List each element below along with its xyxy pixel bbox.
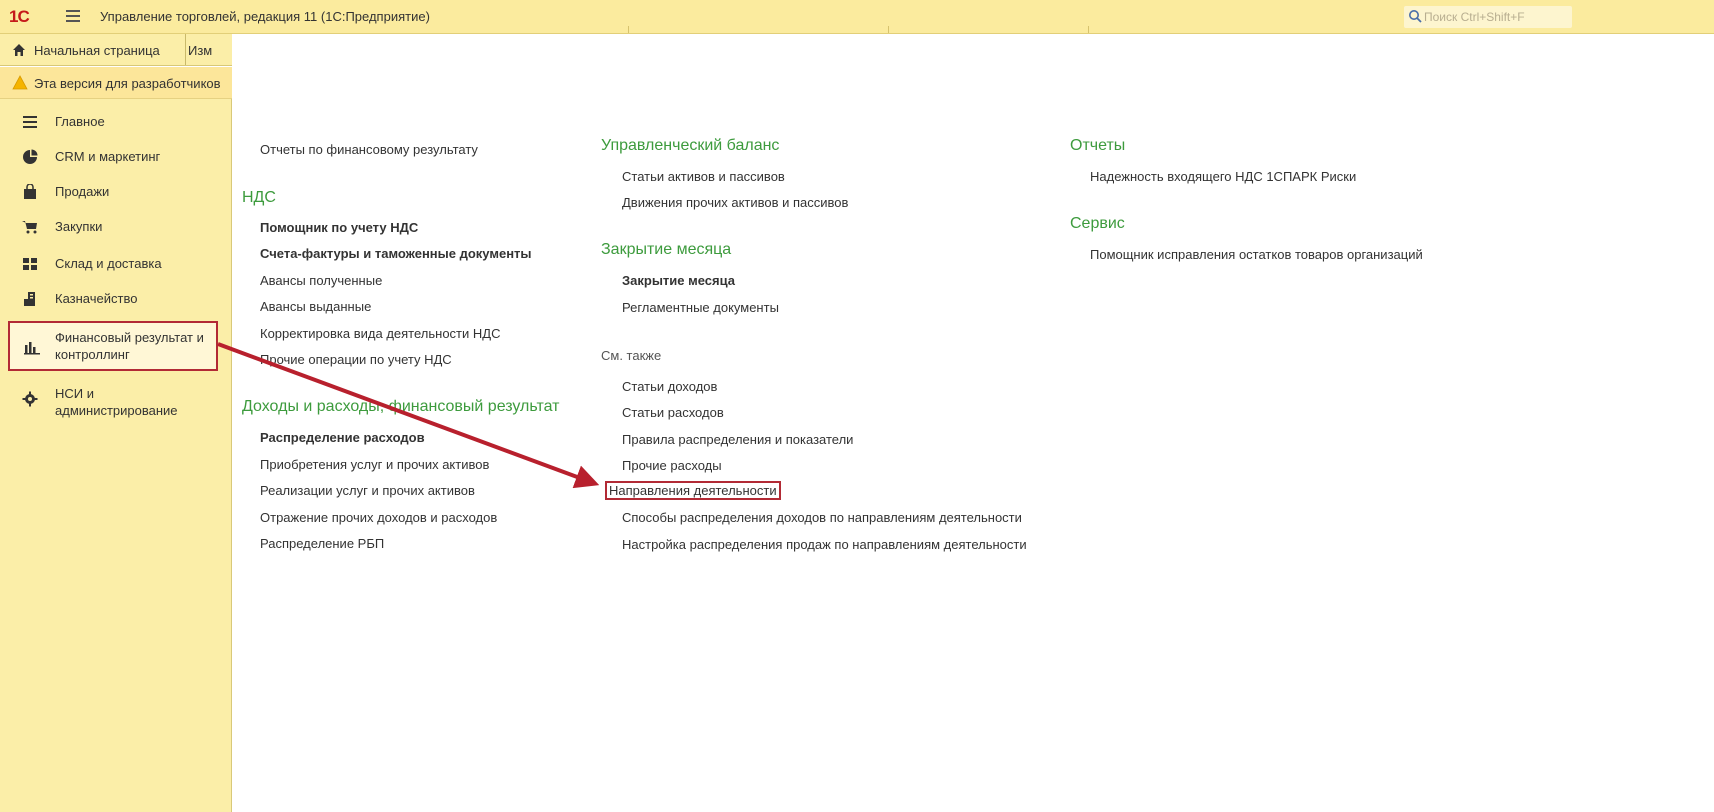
sidebar-item-warehouse[interactable]: Склад и доставка <box>0 251 232 277</box>
list-icon <box>23 116 37 128</box>
section-header-service: Сервис <box>1070 215 1125 232</box>
bag-icon <box>24 184 36 199</box>
link-stock-correction-assistant[interactable]: Помощник исправления остатков товаров ор… <box>1090 247 1423 262</box>
search-icon <box>1409 10 1422 23</box>
search-input[interactable] <box>1424 8 1568 26</box>
toolbar-divider <box>888 26 889 33</box>
sidebar-item-label: Продажи <box>55 184 110 199</box>
section-header-income-expenses: Доходы и расходы, финансовый результат <box>242 398 560 415</box>
sidebar-item-sales[interactable]: Продажи <box>0 179 232 205</box>
link-financial-reports[interactable]: Отчеты по финансовому результату <box>260 142 478 157</box>
title-bar: 1С Управление торговлей, редакция 11 (1С… <box>0 0 1714 34</box>
tab-other[interactable]: Изм <box>188 43 212 58</box>
tabs-bar: Начальная страница Изм <box>0 34 232 66</box>
see-also-label: См. также <box>601 348 662 363</box>
link-regulatory-documents[interactable]: Регламентные документы <box>622 300 779 315</box>
link-nds-other-ops[interactable]: Прочие операции по учету НДС <box>260 352 452 367</box>
link-cost-distribution[interactable]: Распределение расходов <box>260 430 425 445</box>
link-advances-received[interactable]: Авансы полученные <box>260 273 382 288</box>
link-deferred-expenses[interactable]: Распределение РБП <box>260 536 384 551</box>
link-other-expenses[interactable]: Прочие расходы <box>622 458 722 473</box>
pie-chart-icon <box>23 149 38 164</box>
sidebar-item-main[interactable]: Главное <box>0 109 232 135</box>
sidebar-item-treasury[interactable]: Казначейство <box>0 286 232 312</box>
sidebar-item-label: Финансовый результат и контроллинг <box>55 330 204 362</box>
logo-text: 1С <box>9 7 30 26</box>
app-title: Управление торговлей, редакция 11 (1С:Пр… <box>100 9 430 24</box>
sidebar-item-label: Закупки <box>55 219 103 234</box>
toolbar-divider <box>628 26 629 33</box>
sidebar: Главное CRM и маркетинг Продажи Закупки … <box>0 99 232 812</box>
developer-warning: Эта версия для разработчиков <box>0 67 232 99</box>
section-header-nds: НДС <box>242 189 276 206</box>
app-logo[interactable]: 1С <box>9 7 51 27</box>
tab-home[interactable]: Начальная страница <box>0 34 186 65</box>
link-nds-reliability-report[interactable]: Надежность входящего НДС 1СПАРК Риски <box>1090 169 1356 184</box>
link-invoices[interactable]: Счета-фактуры и таможенные документы <box>260 246 532 261</box>
gear-icon <box>22 391 38 407</box>
section-header-reports: Отчеты <box>1070 137 1126 154</box>
tab-home-label: Начальная страница <box>34 43 160 58</box>
sidebar-item-label: Главное <box>55 114 105 129</box>
link-asset-liability-items[interactable]: Статьи активов и пассивов <box>622 169 785 184</box>
main-content: Отчеты по финансовому результату НДС Пом… <box>233 34 1714 812</box>
cart-icon <box>22 221 37 234</box>
sidebar-item-label: Склад и доставка <box>55 256 162 271</box>
link-month-closing[interactable]: Закрытие месяца <box>622 273 735 288</box>
toolbar-divider <box>1088 26 1089 33</box>
sidebar-item-label: Казначейство <box>55 291 138 306</box>
link-services-sales[interactable]: Реализации услуг и прочих активов <box>260 483 475 498</box>
link-income-distribution-methods[interactable]: Способы распределения доходов по направл… <box>622 510 1022 525</box>
sidebar-item-crm[interactable]: CRM и маркетинг <box>0 144 232 170</box>
section-header-month-closing: Закрытие месяца <box>601 241 732 258</box>
link-nds-correction[interactable]: Корректировка вида деятельности НДС <box>260 326 500 341</box>
link-income-items[interactable]: Статьи доходов <box>622 379 717 394</box>
sidebar-item-admin[interactable]: НСИ и администрирование <box>0 383 232 423</box>
treasury-icon <box>24 292 35 306</box>
main-menu-icon[interactable] <box>66 10 80 22</box>
global-search[interactable] <box>1404 6 1572 28</box>
link-other-income-expenses[interactable]: Отражение прочих доходов и расходов <box>260 510 497 525</box>
home-icon <box>13 44 25 56</box>
warning-text: Эта версия для разработчиков <box>34 76 221 91</box>
link-nds-assistant[interactable]: Помощник по учету НДС <box>260 220 418 235</box>
link-expense-items[interactable]: Статьи расходов <box>622 405 724 420</box>
warehouse-icon <box>23 258 37 270</box>
sidebar-item-financial-result[interactable]: Финансовый результат и контроллинг <box>8 321 218 371</box>
sidebar-item-label: CRM и маркетинг <box>55 149 161 164</box>
bar-chart-icon <box>24 342 40 355</box>
sidebar-item-purchases[interactable]: Закупки <box>0 214 232 240</box>
warning-icon <box>12 75 28 90</box>
section-header-management-balance: Управленческий баланс <box>601 137 780 154</box>
link-sales-distribution-settings[interactable]: Настройка распределения продаж по направ… <box>622 537 1027 552</box>
link-asset-liability-movements[interactable]: Движения прочих активов и пассивов <box>622 195 848 210</box>
link-distribution-rules[interactable]: Правила распределения и показатели <box>622 432 853 447</box>
link-advances-issued[interactable]: Авансы выданные <box>260 299 371 314</box>
sidebar-item-label: НСИ и администрирование <box>55 386 178 418</box>
link-services-purchases[interactable]: Приобретения услуг и прочих активов <box>260 457 489 472</box>
link-business-lines[interactable]: Направления деятельности <box>605 481 781 500</box>
